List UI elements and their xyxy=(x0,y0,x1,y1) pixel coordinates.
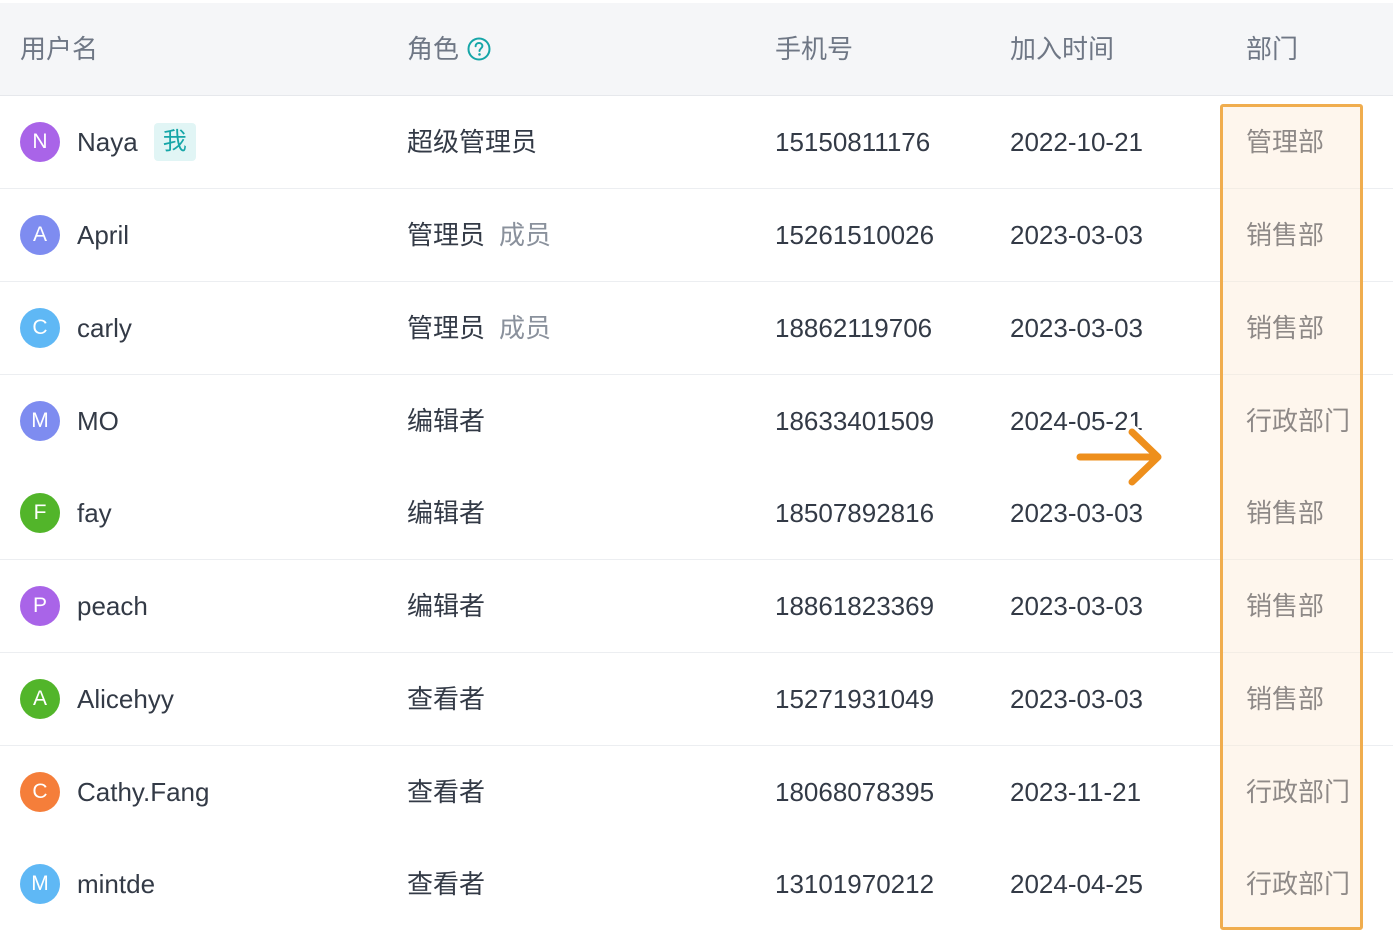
joined-cell: 2023-03-03 xyxy=(1010,684,1143,714)
avatar: M xyxy=(20,864,60,904)
role-cell[interactable]: 管理员 成员 xyxy=(407,189,551,281)
avatar: C xyxy=(20,772,60,812)
avatar: A xyxy=(20,215,60,255)
column-header-role[interactable]: 角色 xyxy=(407,3,491,95)
department-cell[interactable]: 销售部 xyxy=(1246,560,1324,652)
avatar: F xyxy=(20,493,60,533)
user-name: carly xyxy=(77,313,132,343)
phone-cell: 18068078395 xyxy=(775,777,935,807)
me-badge: 我 xyxy=(153,123,196,162)
role-primary: 管理员 xyxy=(407,313,486,343)
table-row[interactable]: N Naya 我 超级管理员 15150811176 2022-10-21 管理部 xyxy=(0,96,1393,190)
avatar: M xyxy=(20,401,60,441)
user-name-text: Naya xyxy=(77,127,138,157)
help-icon[interactable] xyxy=(467,37,491,61)
user-name: April xyxy=(77,220,130,250)
joined-cell: 2023-03-03 xyxy=(1010,313,1143,343)
role-primary: 查看者 xyxy=(407,684,486,714)
arrow-right-icon xyxy=(1073,425,1165,489)
role-cell[interactable]: 查看者 xyxy=(407,653,485,745)
column-header-username[interactable]: 用户名 xyxy=(20,3,98,95)
table-row[interactable]: A Alicehyy 查看者 15271931049 2023-03-03 销售… xyxy=(0,653,1393,747)
column-header-phone[interactable]: 手机号 xyxy=(775,3,853,95)
avatar: C xyxy=(20,308,60,348)
table-row[interactable]: C carly 管理员 成员 18862119706 2023-03-03 销售部 xyxy=(0,282,1393,376)
role-primary: 编辑者 xyxy=(407,406,486,436)
user-name: Cathy.Fang xyxy=(77,777,210,807)
avatar: P xyxy=(20,586,60,626)
role-cell[interactable]: 管理员 成员 xyxy=(407,282,551,374)
joined-cell: 2024-04-25 xyxy=(1010,869,1143,899)
column-header-department[interactable]: 部门 xyxy=(1246,3,1298,95)
column-header-role-label: 角色 xyxy=(407,34,460,64)
table-row[interactable]: C Cathy.Fang 查看者 18068078395 2023-11-21 … xyxy=(0,746,1393,840)
role-secondary: 成员 xyxy=(499,313,552,343)
avatar: N xyxy=(20,122,60,162)
table-row[interactable]: M MO 编辑者 18633401509 2024-05-21 行政部门 xyxy=(0,375,1393,469)
role-primary: 查看者 xyxy=(407,869,486,899)
phone-cell: 15271931049 xyxy=(775,684,935,714)
role-secondary: 成员 xyxy=(499,220,552,250)
joined-cell: 2023-11-21 xyxy=(1010,777,1142,807)
phone-cell: 13101970212 xyxy=(775,869,935,899)
role-primary: 编辑者 xyxy=(407,498,486,528)
table-row[interactable]: M mintde 查看者 13101970212 2024-04-25 行政部门 xyxy=(0,838,1393,930)
table-header: 用户名 角色 手机号 加入时间 部门 xyxy=(0,3,1393,97)
role-cell[interactable]: 查看者 xyxy=(407,838,485,930)
department-cell[interactable]: 行政部门 xyxy=(1246,375,1350,467)
role-cell[interactable]: 超级管理员 xyxy=(407,96,537,188)
user-name: peach xyxy=(77,591,148,621)
phone-cell: 18633401509 xyxy=(775,406,935,436)
role-primary: 编辑者 xyxy=(407,591,486,621)
user-name: mintde xyxy=(77,869,156,899)
phone-cell: 18861823369 xyxy=(775,591,935,621)
role-primary: 超级管理员 xyxy=(407,127,538,157)
joined-cell: 2023-03-03 xyxy=(1010,220,1143,250)
user-name: Alicehyy xyxy=(77,684,174,714)
user-name: MO xyxy=(77,406,119,436)
user-name: Naya 我 xyxy=(77,96,196,188)
role-cell[interactable]: 查看者 xyxy=(407,746,485,838)
role-primary: 管理员 xyxy=(407,220,486,250)
department-cell[interactable]: 销售部 xyxy=(1246,189,1324,281)
table-row[interactable]: F fay 编辑者 18507892816 2023-03-03 销售部 xyxy=(0,467,1393,561)
joined-cell: 2023-03-03 xyxy=(1010,591,1143,621)
phone-cell: 15261510026 xyxy=(775,220,935,250)
phone-cell: 18507892816 xyxy=(775,498,935,528)
department-cell[interactable]: 行政部门 xyxy=(1246,746,1350,838)
phone-cell: 15150811176 xyxy=(775,127,931,157)
department-cell[interactable]: 销售部 xyxy=(1246,282,1324,374)
table-row[interactable]: P peach 编辑者 18861823369 2023-03-03 销售部 xyxy=(0,560,1393,654)
role-cell[interactable]: 编辑者 xyxy=(407,375,485,467)
joined-cell: 2022-10-21 xyxy=(1010,127,1143,157)
user-name: fay xyxy=(77,498,112,528)
department-cell[interactable]: 销售部 xyxy=(1246,467,1324,559)
role-primary: 查看者 xyxy=(407,777,486,807)
phone-cell: 18862119706 xyxy=(775,313,933,343)
department-cell[interactable]: 销售部 xyxy=(1246,653,1324,745)
avatar: A xyxy=(20,679,60,719)
column-header-joined[interactable]: 加入时间 xyxy=(1010,3,1114,95)
role-cell[interactable]: 编辑者 xyxy=(407,560,485,652)
table-row[interactable]: A April 管理员 成员 15261510026 2023-03-03 销售部 xyxy=(0,189,1393,283)
department-cell[interactable]: 管理部 xyxy=(1246,96,1324,188)
members-table: 用户名 角色 手机号 加入时间 部门 N Naya 我 超级管理员 1515081… xyxy=(0,0,1393,930)
department-cell[interactable]: 行政部门 xyxy=(1246,838,1350,930)
role-cell[interactable]: 编辑者 xyxy=(407,467,485,559)
